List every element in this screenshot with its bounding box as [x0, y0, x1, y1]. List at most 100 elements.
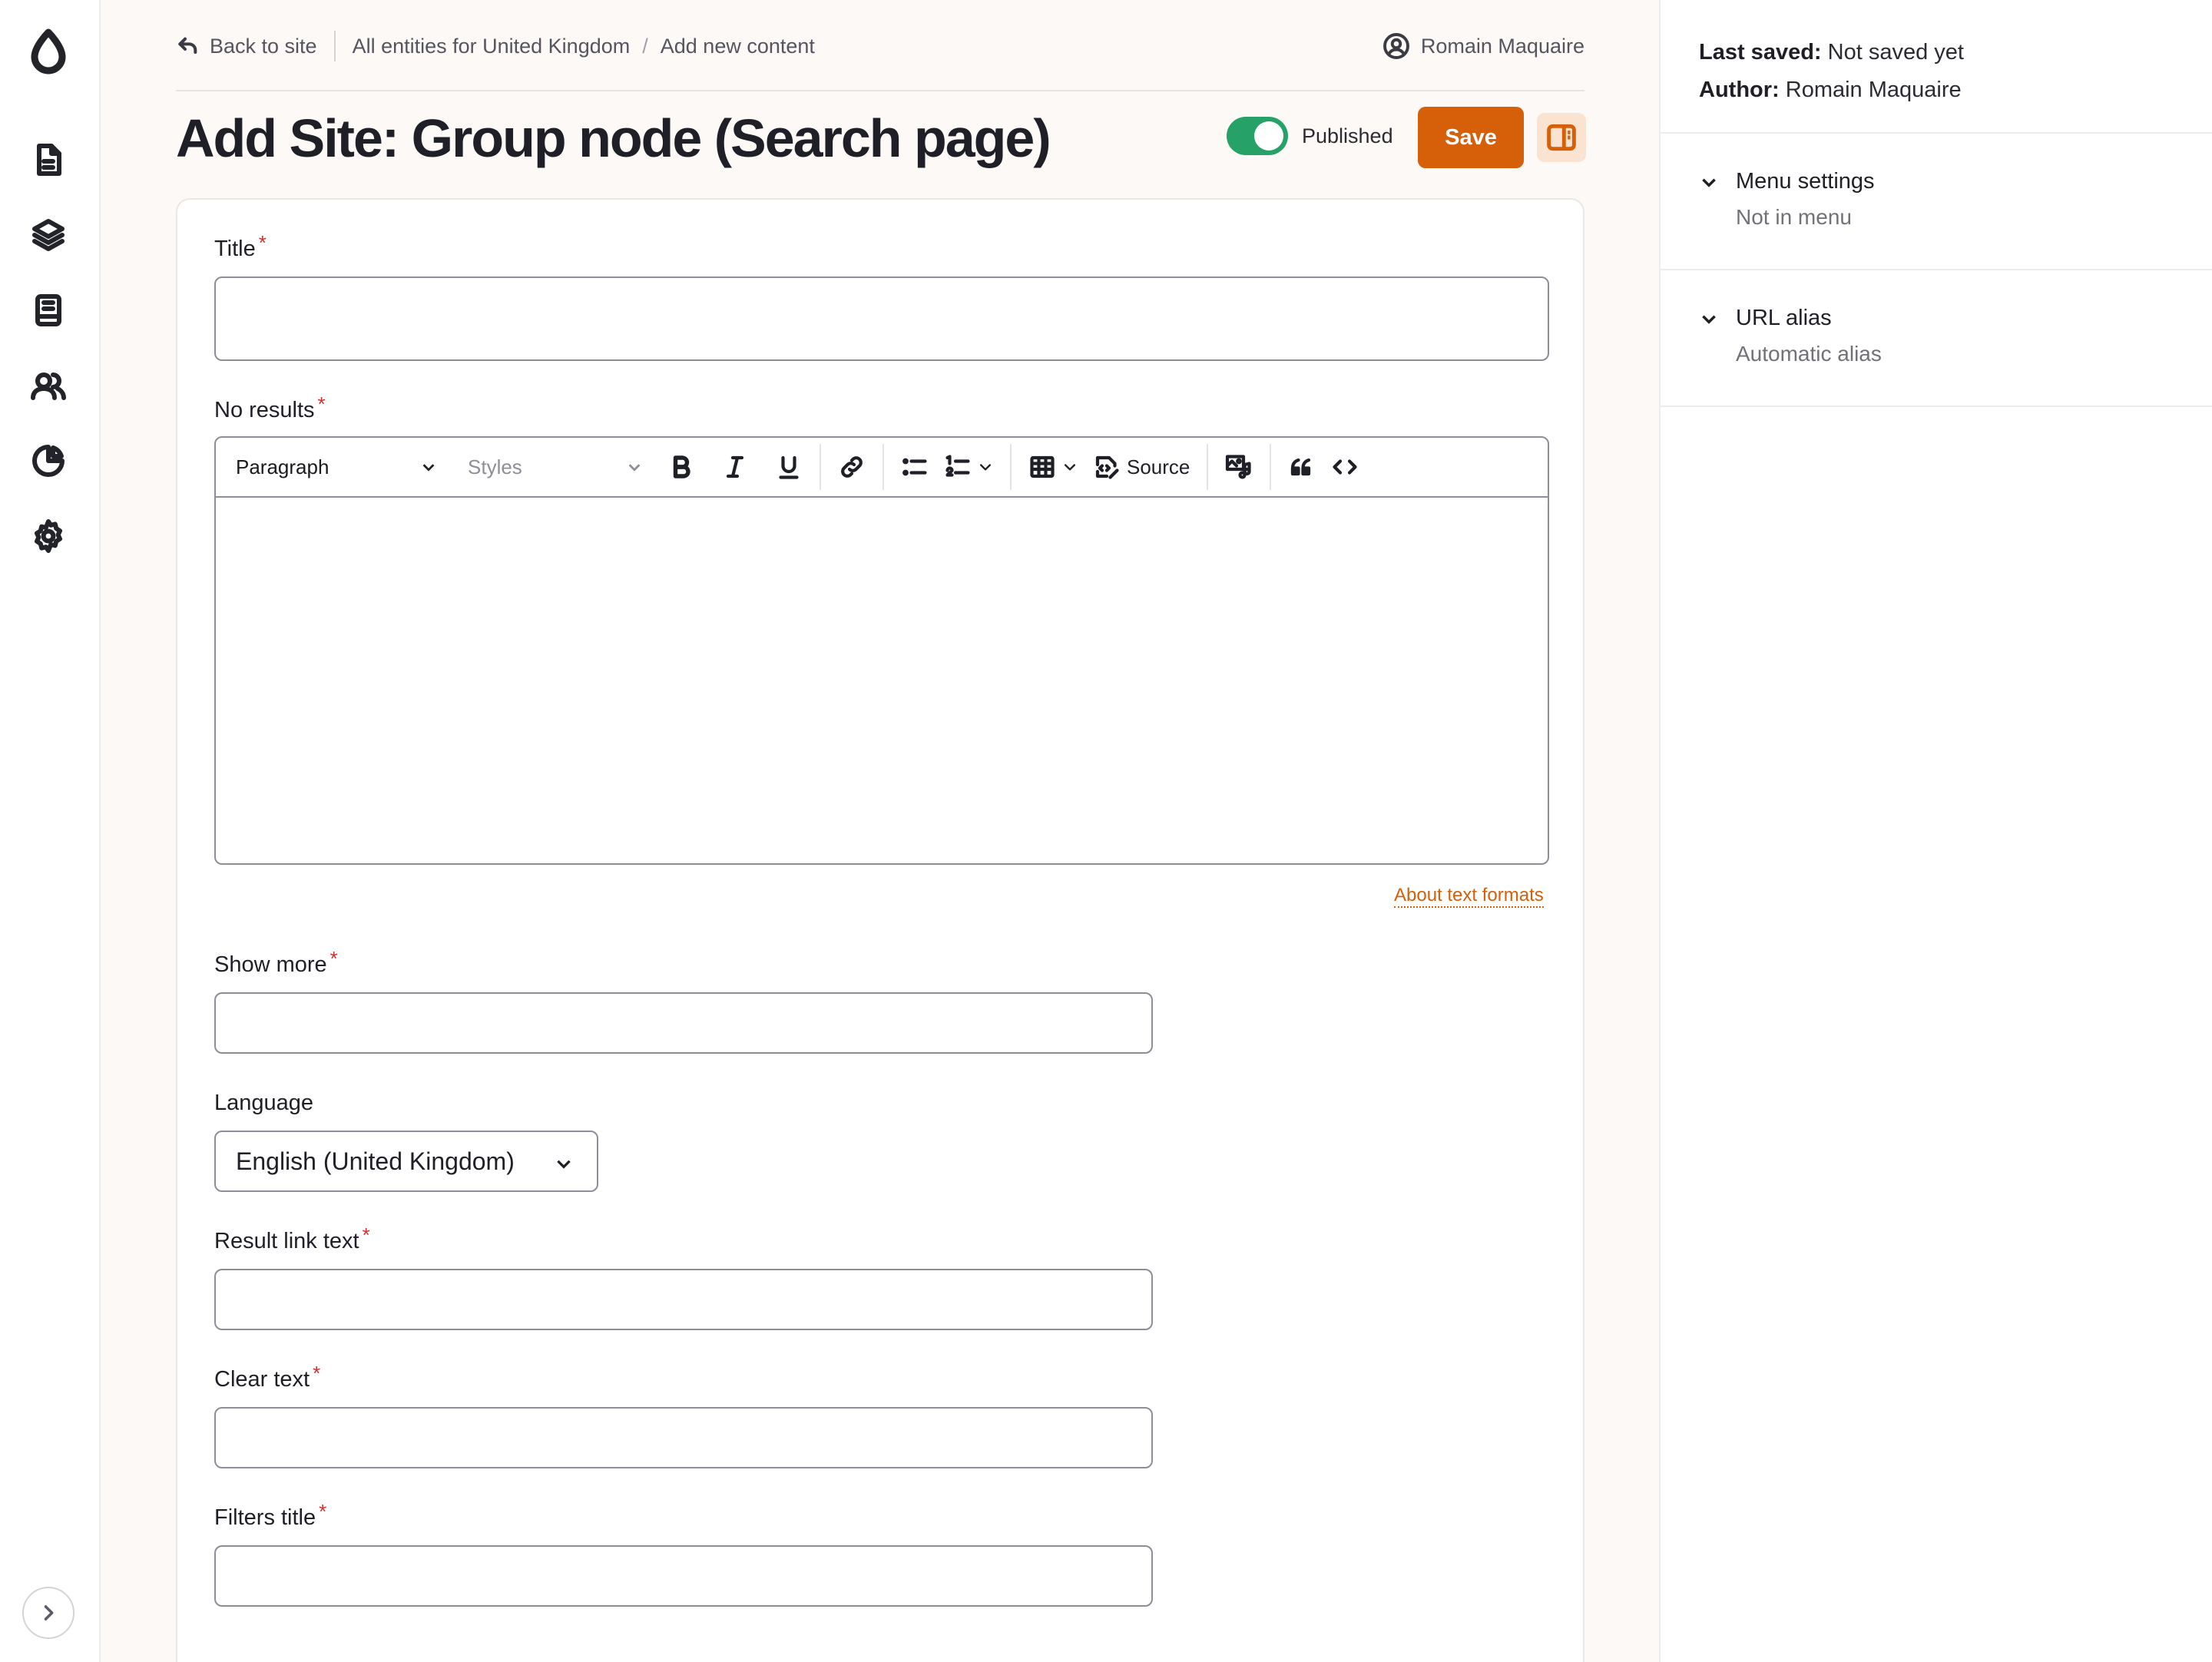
code-icon — [1333, 459, 1357, 475]
filters-title-label-text: Filters title — [214, 1505, 316, 1530]
paragraph-dropdown[interactable]: Paragraph — [236, 455, 437, 479]
underline-icon — [779, 455, 799, 479]
language-select-value: English (United Kingdom) — [236, 1147, 515, 1175]
breadcrumb-item-add-content: Add new content — [660, 34, 815, 58]
menu-settings-accordion[interactable]: Menu settings Not in menu — [1699, 169, 1875, 230]
bold-button[interactable] — [660, 444, 703, 490]
bulleted-list-button[interactable] — [893, 444, 936, 490]
settings-icon[interactable] — [27, 515, 70, 558]
published-label: Published — [1302, 124, 1393, 147]
user-avatar-icon — [1382, 33, 1409, 59]
form-card: Title * No results * Paragraph Styles So… — [176, 198, 1584, 1662]
last-saved-value: Not saved yet — [1827, 40, 1964, 65]
paragraph-dropdown-label: Paragraph — [236, 455, 329, 478]
chevron-down-icon — [557, 1160, 571, 1169]
main-content: Back to site All entities for United Kin… — [101, 0, 1659, 1662]
user-menu[interactable]: Romain Maquaire — [1382, 32, 1584, 60]
toggle-sidebar-button[interactable] — [1537, 113, 1586, 162]
page-title: Add Site: Group node (Search page) — [176, 108, 1051, 168]
save-button[interactable]: Save — [1418, 107, 1524, 168]
divider — [1661, 132, 2212, 134]
required-marker: * — [317, 392, 326, 416]
title-input[interactable] — [214, 276, 1549, 361]
show-more-label-text: Show more — [214, 952, 327, 977]
toolbar-separator — [882, 444, 884, 490]
bulleted-list-icon — [902, 458, 927, 476]
required-marker: * — [258, 231, 267, 254]
italic-button[interactable] — [714, 444, 757, 490]
people-icon[interactable] — [27, 364, 70, 407]
table-button[interactable] — [1021, 444, 1085, 490]
filters-title-input[interactable] — [214, 1545, 1153, 1607]
top-bar: Back to site All entities for United Kin… — [176, 23, 1584, 69]
result-link-text-input[interactable] — [214, 1269, 1153, 1330]
structure-icon[interactable] — [27, 214, 70, 257]
author-value: Romain Maquaire — [1785, 78, 1962, 102]
styles-dropdown[interactable]: Styles — [468, 455, 643, 479]
divider — [1661, 269, 2212, 270]
book-icon[interactable] — [27, 289, 70, 332]
header-divider — [176, 90, 1584, 91]
back-to-site-link[interactable]: Back to site — [176, 34, 317, 58]
code-block-button[interactable] — [1323, 444, 1366, 490]
table-icon — [1030, 455, 1055, 478]
content-icon[interactable] — [27, 138, 70, 181]
numbered-list-button[interactable] — [936, 444, 1001, 490]
published-toggle[interactable] — [1227, 117, 1288, 155]
divider — [333, 31, 336, 61]
url-alias-summary: Automatic alias — [1736, 342, 1882, 366]
sidebar-panel-icon — [1547, 124, 1576, 151]
toolbar-separator — [1270, 444, 1272, 490]
title-label: Title * — [214, 231, 267, 262]
divider — [1661, 406, 2212, 407]
toolbar-separator — [1010, 444, 1012, 490]
author-label: Author: — [1699, 78, 1780, 102]
save-meta: Last saved: Not saved yet Author: Romain… — [1699, 34, 1964, 109]
link-button[interactable] — [830, 444, 873, 490]
bold-icon — [673, 455, 690, 478]
back-arrow-icon — [178, 37, 197, 54]
required-marker: * — [313, 1362, 321, 1385]
editor-content-area[interactable] — [216, 499, 1548, 863]
clear-text-input[interactable] — [214, 1407, 1153, 1468]
author-row: Author: Romain Maquaire — [1699, 71, 1964, 109]
user-name: Romain Maquaire — [1420, 34, 1584, 58]
about-text-formats-link[interactable]: About text formats — [1394, 885, 1544, 908]
clear-text-label: Clear text * — [214, 1362, 320, 1392]
result-link-text-label: Result link text * — [214, 1223, 370, 1254]
result-link-text-label-text: Result link text — [214, 1229, 359, 1253]
admin-toolbar-rail — [0, 0, 101, 1662]
chevron-down-icon — [1702, 178, 1716, 187]
chevron-down-icon — [980, 464, 991, 471]
styles-dropdown-label: Styles — [468, 455, 522, 478]
menu-settings-summary: Not in menu — [1736, 205, 1852, 229]
url-alias-accordion[interactable]: URL alias Automatic alias — [1699, 306, 1882, 366]
underline-button[interactable] — [767, 444, 810, 490]
last-saved-row: Last saved: Not saved yet — [1699, 34, 1964, 71]
language-select[interactable]: English (United Kingdom) — [214, 1131, 598, 1192]
clear-text-label-text: Clear text — [214, 1367, 310, 1392]
show-more-input[interactable] — [214, 992, 1153, 1054]
back-to-site-label: Back to site — [210, 34, 317, 58]
required-marker: * — [362, 1223, 370, 1246]
blockquote-button[interactable] — [1280, 444, 1323, 490]
published-toggle-group: Published — [1227, 117, 1393, 155]
quote-icon — [1291, 458, 1311, 476]
source-button-label: Source — [1127, 455, 1190, 478]
language-label: Language — [214, 1091, 314, 1115]
last-saved-label: Last saved: — [1699, 40, 1822, 65]
source-icon — [1095, 455, 1119, 479]
breadcrumb-item-entities[interactable]: All entities for United Kingdom — [353, 35, 631, 58]
insert-media-button[interactable] — [1217, 444, 1260, 490]
no-results-label-text: No results — [214, 398, 315, 422]
editor-toolbar: Paragraph Styles Source — [216, 438, 1548, 498]
expand-sidebar-button[interactable] — [22, 1587, 75, 1639]
filters-title-label: Filters title * — [214, 1500, 326, 1531]
link-icon — [841, 456, 863, 478]
chevron-down-icon — [1065, 464, 1075, 471]
chevron-down-icon — [422, 464, 435, 472]
drupal-logo-icon[interactable] — [27, 28, 70, 74]
reports-icon[interactable] — [27, 439, 70, 482]
numbered-list-icon — [945, 455, 970, 477]
source-button[interactable]: Source — [1085, 444, 1197, 490]
